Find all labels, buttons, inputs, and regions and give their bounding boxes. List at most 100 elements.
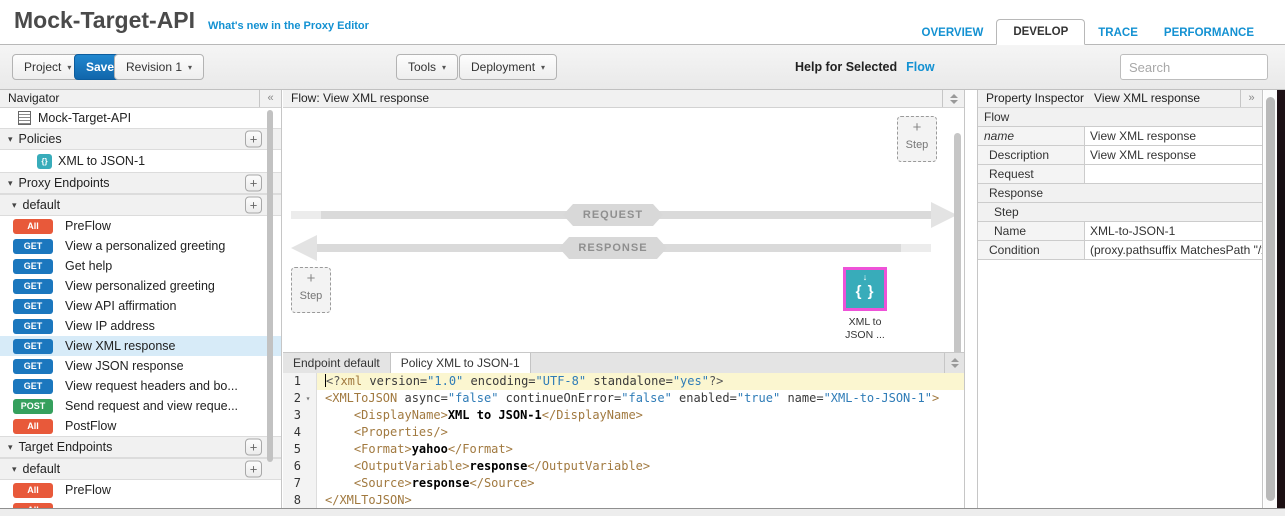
line-number-gutter: 6 bbox=[283, 458, 317, 475]
page-scrollbar-thumb[interactable] bbox=[1266, 97, 1275, 501]
flow-header: Flow: View XML response bbox=[283, 90, 964, 108]
policy-node-label: XML to JSON ... bbox=[828, 316, 902, 342]
inspector-section-flow: Flow bbox=[978, 108, 1262, 127]
nav-item-get-help[interactable]: GETGet help bbox=[0, 256, 282, 276]
save-button-label: Save bbox=[86, 60, 114, 74]
line-number-gutter: 4 bbox=[283, 424, 317, 441]
editor-tab-bar: Endpoint defaultPolicy XML to JSON-1 bbox=[283, 353, 965, 373]
nav-item-label: View IP address bbox=[65, 319, 155, 333]
nav-item-label: View JSON response bbox=[65, 359, 184, 373]
nav-item-label: View API affirmation bbox=[65, 299, 176, 313]
code-line[interactable]: 3 <DisplayName>XML to JSON-1</DisplayNam… bbox=[283, 407, 965, 424]
inspector-field-label: Request bbox=[978, 165, 1085, 183]
nav-item-clipped[interactable]: All bbox=[0, 500, 282, 508]
chevron-down-icon: ▾ bbox=[541, 63, 545, 72]
nav-item-view-a-personalized-greeting[interactable]: GETView a personalized greeting bbox=[0, 236, 282, 256]
line-number-gutter: 7 bbox=[283, 475, 317, 492]
nav-item-preflow[interactable]: AllPreFlow bbox=[0, 480, 282, 500]
inspector-field-value[interactable]: View XML response bbox=[1085, 146, 1262, 164]
nav-section-default[interactable]: ▾default+ bbox=[0, 458, 282, 480]
flow-scrollbar[interactable] bbox=[954, 133, 961, 358]
property-inspector-title: Property Inspector bbox=[986, 91, 1084, 105]
code-line[interactable]: 8</XMLToJSON> bbox=[283, 492, 965, 508]
inspector-field-value[interactable]: View XML response bbox=[1085, 127, 1262, 145]
code-line[interactable]: 6 <OutputVariable>response</OutputVariab… bbox=[283, 458, 965, 475]
method-badge: All bbox=[13, 419, 53, 434]
chevron-down-icon: ▾ bbox=[8, 178, 13, 189]
deployment-menu-button[interactable]: Deployment ▾ bbox=[459, 54, 557, 80]
code-area[interactable]: 1<?xml version="1.0" encoding="UTF-8" st… bbox=[283, 373, 965, 508]
inspector-field-value[interactable]: XML-to-JSON-1 bbox=[1085, 222, 1262, 240]
editor-resize-icon[interactable] bbox=[944, 353, 965, 373]
code-line[interactable]: 4 <Properties/> bbox=[283, 424, 965, 441]
navigator-title: Navigator bbox=[8, 91, 59, 105]
flow-title: Flow: View XML response bbox=[291, 91, 429, 105]
fold-spacer bbox=[301, 475, 315, 492]
whats-new-link[interactable]: What's new in the Proxy Editor bbox=[208, 20, 369, 32]
tab-trace[interactable]: TRACE bbox=[1085, 21, 1151, 45]
add-step-button-request[interactable]: + Step bbox=[897, 116, 937, 162]
nav-section-policies[interactable]: ▾Policies+ bbox=[0, 128, 282, 150]
tools-menu-label: Tools bbox=[408, 60, 436, 74]
inspector-row-condition: Condition(proxy.pathsuffix MatchesPath "… bbox=[978, 241, 1262, 260]
nav-item-view-ip-address[interactable]: GETView IP address bbox=[0, 316, 282, 336]
nav-item-mock-target-api[interactable]: Mock-Target-API bbox=[0, 108, 282, 128]
revision-menu-button[interactable]: Revision 1 ▾ bbox=[114, 54, 204, 80]
nav-section-default[interactable]: ▾default+ bbox=[0, 194, 282, 216]
expand-panel-icon[interactable]: » bbox=[1240, 90, 1262, 107]
line-number: 1 bbox=[283, 373, 301, 390]
code-line[interactable]: 2▾<XMLToJSON async="false" continueOnErr… bbox=[283, 390, 965, 407]
nav-item-postflow[interactable]: All PostFlow bbox=[0, 416, 282, 436]
navigator-tree: Mock-Target-API ▾ Policies + {}XML to JSON-1… bbox=[0, 108, 282, 508]
nav-section-label: Policies bbox=[19, 132, 62, 146]
tab-performance[interactable]: PERFORMANCE bbox=[1151, 21, 1267, 45]
code-line[interactable]: 1<?xml version="1.0" encoding="UTF-8" st… bbox=[283, 373, 965, 390]
collapse-panel-icon[interactable]: « bbox=[259, 90, 281, 107]
project-menu-button[interactable]: Project ▾ bbox=[12, 54, 83, 80]
nav-item-preflow[interactable]: AllPreFlow bbox=[0, 216, 282, 236]
nav-item-label: PreFlow bbox=[65, 483, 111, 497]
inspector-field-value[interactable]: (proxy.pathsuffix MatchesPath "/x bbox=[1085, 241, 1262, 259]
add-button[interactable]: + bbox=[245, 175, 262, 192]
code-line[interactable]: 5 <Format>yahoo</Format> bbox=[283, 441, 965, 458]
nav-item-label: PreFlow bbox=[65, 219, 111, 233]
project-menu-label: Project bbox=[24, 60, 61, 74]
nav-item-send-request-and-view-reque[interactable]: POSTSend request and view reque... bbox=[0, 396, 282, 416]
tab-overview[interactable]: OVERVIEW bbox=[909, 21, 997, 45]
add-button[interactable]: + bbox=[245, 131, 262, 148]
inspector-field-value[interactable] bbox=[1085, 165, 1262, 183]
nav-section-proxy-endpoints[interactable]: ▾Proxy Endpoints+ bbox=[0, 172, 282, 194]
flow-resize-icon[interactable] bbox=[942, 90, 964, 107]
nav-item-view-api-affirmation[interactable]: GETView API affirmation bbox=[0, 296, 282, 316]
navigator-scrollbar[interactable] bbox=[267, 110, 273, 462]
request-label: REQUEST bbox=[563, 204, 663, 226]
tab-develop[interactable]: DEVELOP bbox=[996, 19, 1085, 45]
method-badge: POST bbox=[13, 399, 53, 414]
nav-item-label: PostFlow bbox=[65, 419, 116, 433]
nav-item-view-personalized-greeting[interactable]: GETView personalized greeting bbox=[0, 276, 282, 296]
add-button[interactable]: + bbox=[245, 197, 262, 214]
nav-section-target-endpoints[interactable]: ▾Target Endpoints+ bbox=[0, 436, 282, 458]
code-line[interactable]: 7 <Source>response</Source> bbox=[283, 475, 965, 492]
nav-item-xml-to-json-1[interactable]: {}XML to JSON-1 bbox=[0, 150, 282, 172]
help-flow-link[interactable]: Flow bbox=[906, 60, 934, 74]
revision-menu-label: Revision 1 bbox=[126, 60, 182, 74]
editor-tab-policy-xml-to-json-1[interactable]: Policy XML to JSON-1 bbox=[391, 353, 531, 373]
chevron-down-icon: ▾ bbox=[12, 464, 17, 475]
nav-item-view-json-response[interactable]: GETView JSON response bbox=[0, 356, 282, 376]
inspector-field-label: Condition bbox=[978, 241, 1085, 259]
editor-tab-endpoint-default[interactable]: Endpoint default bbox=[283, 353, 391, 373]
nav-item-view-request-headers-and-bo[interactable]: GETView request headers and bo... bbox=[0, 376, 282, 396]
add-step-button-response[interactable]: + Step bbox=[291, 267, 331, 313]
tools-menu-button[interactable]: Tools ▾ bbox=[396, 54, 458, 80]
inspector-row-description: DescriptionView XML response bbox=[978, 146, 1262, 165]
fold-arrow-icon[interactable]: ▾ bbox=[301, 390, 315, 407]
add-button[interactable]: + bbox=[245, 439, 262, 456]
inspector-field-label: Name bbox=[978, 222, 1085, 240]
xml-to-json-policy-node[interactable]: ↓ { } bbox=[843, 267, 887, 311]
plus-icon: + bbox=[292, 268, 330, 289]
nav-item-view-xml-response[interactable]: GETView XML response bbox=[0, 336, 282, 356]
add-button[interactable]: + bbox=[245, 461, 262, 478]
search-input[interactable] bbox=[1120, 54, 1268, 80]
line-number: 3 bbox=[283, 407, 301, 424]
